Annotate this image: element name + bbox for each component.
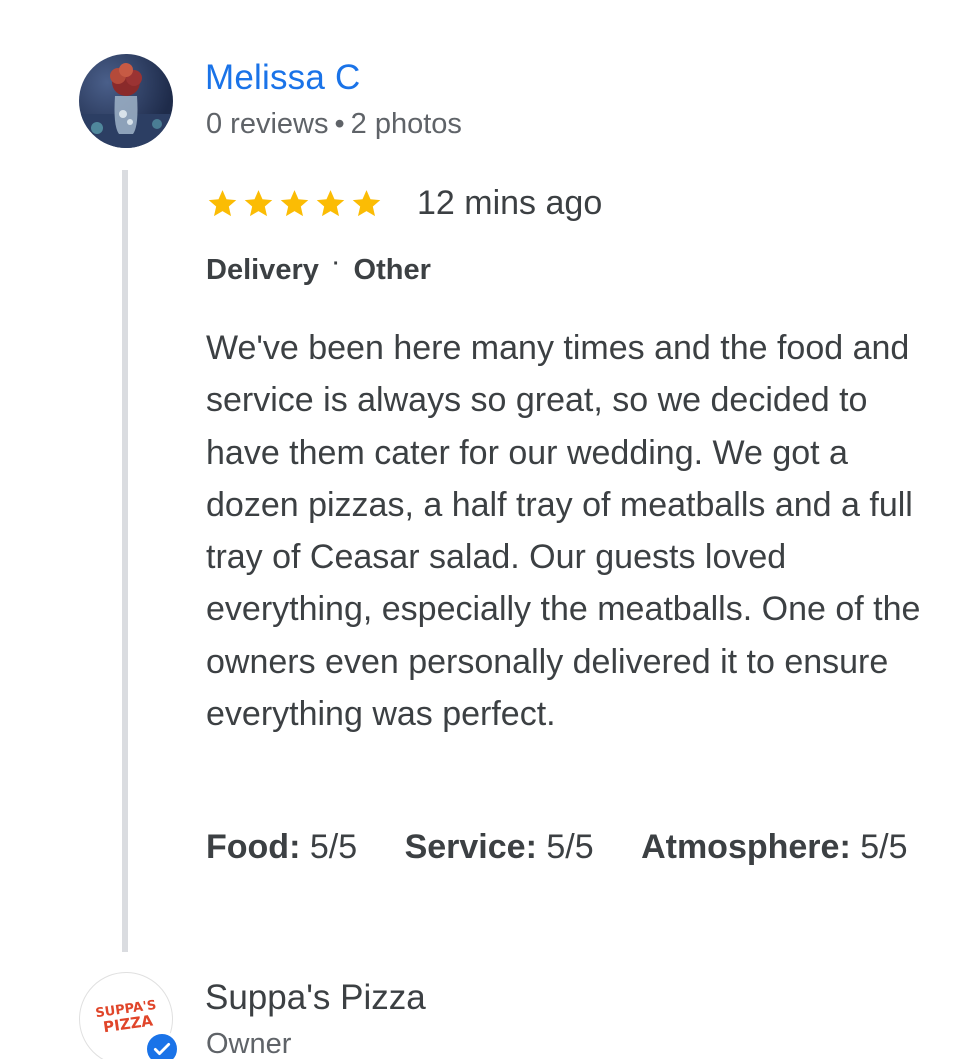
- food-rating-value: 5/5: [309, 828, 358, 866]
- star-icon: [244, 190, 273, 217]
- review-text: We've been here many times and the food …: [206, 329, 921, 734]
- suppas-pizza-logo: SUPPA'S PIZZA: [90, 998, 163, 1036]
- atmosphere-rating-value: 5/5: [860, 828, 908, 866]
- food-rating: Food: 5/5: [206, 828, 357, 866]
- star-icon: [316, 190, 345, 217]
- verified-badge: [144, 1031, 180, 1059]
- tag-separator: ·: [332, 253, 340, 275]
- food-rating-label: Food:: [206, 828, 301, 866]
- reviewer-name[interactable]: Melissa C: [205, 58, 360, 98]
- owner-role: Owner: [206, 1028, 292, 1059]
- review-time: 12 mins ago: [417, 184, 603, 222]
- photos-count: 2 photos: [350, 108, 462, 140]
- star-rating: [206, 187, 383, 220]
- review-card: Melissa C 0 reviews • 2 photos 12 mins ago…: [0, 0, 968, 1059]
- service-type-tag: Delivery: [206, 254, 319, 286]
- star-icon: [208, 190, 237, 217]
- flower-vase-photo-icon: [79, 63, 173, 148]
- service-rating: Service: 5/5: [405, 828, 594, 866]
- meal-type-tag: Other: [353, 254, 431, 286]
- rating-row: 12 mins ago: [206, 184, 602, 223]
- meta-separator: •: [334, 108, 345, 140]
- reviews-count: 0 reviews: [206, 108, 329, 140]
- check-icon: [153, 1043, 171, 1055]
- star-icon: [352, 190, 381, 217]
- review-tags: Delivery · Other: [206, 253, 431, 287]
- star-icon: [280, 190, 309, 217]
- reviewer-avatar[interactable]: [79, 54, 173, 148]
- service-rating-label: Service:: [404, 828, 537, 866]
- sub-ratings: Food: 5/5 Service: 5/5 Atmosphere: 5/5: [206, 821, 926, 873]
- thread-line: [122, 170, 128, 952]
- reviewer-meta: 0 reviews • 2 photos: [206, 108, 462, 141]
- service-rating-value: 5/5: [546, 828, 594, 866]
- atmosphere-rating-label: Atmosphere:: [641, 828, 851, 866]
- owner-avatar[interactable]: SUPPA'S PIZZA: [79, 972, 180, 1059]
- owner-name: Suppa's Pizza: [205, 978, 426, 1017]
